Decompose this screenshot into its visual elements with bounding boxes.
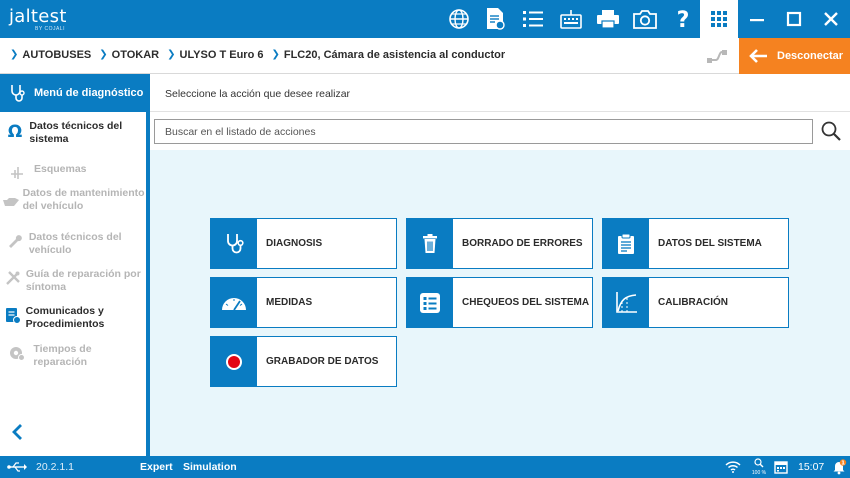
action-datos-sistema-button[interactable]: DATOS DEL SISTEMA [602,218,789,269]
clipboard-icon [603,219,649,268]
zoom-control[interactable]: 100 % [751,458,767,476]
search-input[interactable] [154,119,813,144]
chevron-right-icon: ❯ [10,49,19,60]
chevron-right-icon: ❯ [99,49,108,60]
svg-text:?: ? [677,8,690,30]
connection-cable-icon [706,46,728,66]
apps-grid-icon[interactable] [700,0,738,38]
breadcrumb-item[interactable]: FLC20, Cámara de asistencia al conductor [284,49,505,61]
simulation-label: Simulation [183,461,237,473]
chevron-left-icon[interactable] [8,422,28,442]
action-label: GRABADOR DE DATOS [266,356,379,367]
action-panel: DIAGNOSIS BORRADO DE ERRORES DATOS DEL S… [150,150,850,456]
sidebar-item-mantenimiento-vehiculo: Datos de mantenimiento del vehículo [0,187,146,213]
action-grabador-datos-button[interactable]: GRABADOR DE DATOS [210,336,397,387]
gear-clock-icon [0,343,33,369]
document-settings-icon[interactable] [482,6,508,32]
sidebar-item-label: Datos técnicos del vehículo [28,231,122,256]
sidebar-item-guia-reparacion: Guía de reparación por síntoma [0,268,146,294]
notification-count: 1 [841,461,845,467]
disconnect-label: Desconectar [777,50,844,62]
top-bar: jaltest BY COJALI ? [0,0,850,38]
breadcrumb-bar: ❯ AUTOBUSES ❯ OTOKAR ❯ ULYSO T Euro 6 ❯ … [0,38,850,74]
keyboard-icon[interactable] [558,6,584,32]
usb-icon [7,461,27,476]
schema-icon [0,163,34,181]
breadcrumb-item[interactable]: AUTOBUSES [22,49,91,61]
wrench-icon [0,231,29,257]
sidebar-item-label: Esquemas [34,163,87,175]
omega-icon: Ω [0,120,29,146]
sidebar-item-datos-tecnicos-vehiculo: Datos técnicos del vehículo [0,231,146,257]
sidebar-item-datos-tecnicos-sistema[interactable]: Ω Datos técnicos del sistema [0,120,146,146]
minimize-icon[interactable] [744,6,770,32]
sidebar-item-label: Datos de mantenimiento del vehículo [22,187,145,212]
action-medidas-button[interactable]: MEDIDAS [210,277,397,328]
gauge-icon [211,278,257,327]
close-icon[interactable] [818,6,844,32]
action-calibracion-button[interactable]: CALIBRACIÓN [602,277,789,328]
sidebar-item-label: Comunicados y Procedimientos [25,305,105,330]
sidebar-item-label: Tiempos de reparación [33,343,92,368]
sidebar-header-label: Menú de diagnóstico [34,87,144,99]
brand-name: jaltest [9,6,67,27]
clock-time: 15:07 [798,461,825,473]
stethoscope-icon [211,219,257,268]
breadcrumb-item[interactable]: ULYSO T Euro 6 [180,49,264,61]
brand-tagline: BY COJALI [35,26,65,32]
sidebar-item-label: Datos técnicos del sistema [29,120,123,145]
action-chequeos-sistema-button[interactable]: CHEQUEOS DEL SISTEMA [406,277,593,328]
action-label: CALIBRACIÓN [658,297,728,308]
arrow-left-icon [739,48,777,64]
sidebar-item-comunicados[interactable]: Comunicados y Procedimientos [0,305,146,331]
action-label: MEDIDAS [266,297,313,308]
action-label: CHEQUEOS DEL SISTEMA [462,297,590,308]
breadcrumb: ❯ AUTOBUSES ❯ OTOKAR ❯ ULYSO T Euro 6 ❯ … [10,49,513,61]
brand-logo: jaltest BY COJALI [9,6,67,32]
bell-icon[interactable]: 1 [831,459,847,478]
disconnect-button[interactable]: Desconectar [739,38,850,74]
user-mode: Expert [140,461,173,473]
main-header: Seleccione la acción que desee realizar [150,74,850,112]
stethoscope-icon [0,84,34,102]
status-bar: 20.2.1.1 Expert Simulation 100 % 15:07 1 [0,456,850,478]
sidebar-header[interactable]: Menú de diagnóstico [0,74,146,112]
action-borrado-errores-button[interactable]: BORRADO DE ERRORES [406,218,593,269]
action-diagnosis-button[interactable]: DIAGNOSIS [210,218,397,269]
chevron-right-icon: ❯ [271,49,280,60]
trash-icon [407,219,453,268]
maximize-icon[interactable] [781,6,807,32]
help-icon[interactable]: ? [670,6,696,32]
tools-icon [0,268,26,294]
breadcrumb-item[interactable]: OTOKAR [112,49,159,61]
wifi-icon[interactable] [725,460,741,476]
printer-icon[interactable] [595,6,621,32]
sidebar: Menú de diagnóstico Ω Datos técnicos del… [0,74,150,456]
sidebar-item-esquemas: Esquemas [0,163,146,181]
action-label: BORRADO DE ERRORES [462,238,583,249]
search-icon[interactable] [820,120,842,142]
zoom-icon [754,458,764,468]
checklist-icon[interactable] [520,6,546,32]
svg-text:Ω: Ω [7,122,21,138]
zoom-level: 100 % [751,470,767,476]
search-row [150,112,850,150]
sidebar-item-label: Guía de reparación por síntoma [25,268,141,293]
oil-can-icon [0,187,23,213]
curve-icon [603,278,649,327]
record-icon [211,337,257,386]
instruction-text: Seleccione la acción que desee realizar [165,88,351,100]
globe-icon[interactable] [446,6,472,32]
action-label: DIAGNOSIS [266,238,323,249]
camera-icon[interactable] [632,6,658,32]
chevron-right-icon: ❯ [167,49,176,60]
action-label: DATOS DEL SISTEMA [658,238,762,249]
checklist-icon [407,278,453,327]
bulletin-icon [0,305,26,331]
sidebar-item-tiempos-reparacion: Tiempos de reparación [0,343,146,369]
version-text: 20.2.1.1 [36,461,74,473]
calendar-icon[interactable] [774,460,788,477]
